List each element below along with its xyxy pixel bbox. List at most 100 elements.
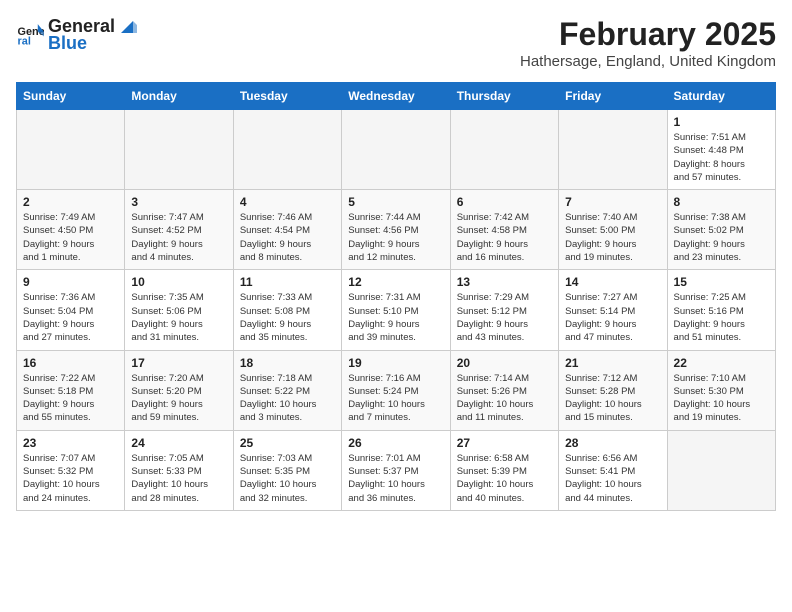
calendar-cell: 15 Sunrise: 7:25 AM Sunset: 5:16 PM Dayli…	[667, 270, 775, 350]
location-subtitle: Hathersage, England, United Kingdom	[520, 53, 776, 70]
day-info: Sunrise: 7:25 AM Sunset: 5:16 PM Dayligh…	[674, 291, 769, 344]
calendar-cell: 14 Sunrise: 7:27 AM Sunset: 5:14 PM Dayli…	[559, 270, 667, 350]
day-info: Sunrise: 7:44 AM Sunset: 4:56 PM Dayligh…	[348, 211, 443, 264]
day-info: Sunrise: 7:42 AM Sunset: 4:58 PM Dayligh…	[457, 211, 552, 264]
day-info: Sunrise: 7:16 AM Sunset: 5:24 PM Dayligh…	[348, 372, 443, 425]
calendar-cell: 20 Sunrise: 7:14 AM Sunset: 5:26 PM Dayli…	[450, 350, 558, 430]
calendar-cell	[667, 430, 775, 510]
calendar-cell: 27 Sunrise: 6:58 AM Sunset: 5:39 PM Dayli…	[450, 430, 558, 510]
calendar-table: SundayMondayTuesdayWednesdayThursdayFrid…	[16, 82, 776, 511]
day-number: 20	[457, 356, 552, 370]
calendar-cell: 23 Sunrise: 7:07 AM Sunset: 5:32 PM Dayli…	[17, 430, 125, 510]
day-info: Sunrise: 7:14 AM Sunset: 5:26 PM Dayligh…	[457, 372, 552, 425]
day-number: 15	[674, 275, 769, 289]
day-number: 5	[348, 195, 443, 209]
calendar-cell: 12Sunrise: 7:31 AM Sunset: 5:10 PM Dayli…	[342, 270, 450, 350]
day-number: 23	[23, 436, 118, 450]
day-number: 13	[457, 275, 552, 289]
calendar-week-row: 1Sunrise: 7:51 AM Sunset: 4:48 PM Daylig…	[17, 110, 776, 190]
day-info: Sunrise: 7:36 AM Sunset: 5:04 PM Dayligh…	[23, 291, 118, 344]
calendar-cell: 26 Sunrise: 7:01 AM Sunset: 5:37 PM Dayli…	[342, 430, 450, 510]
day-info: Sunrise: 7:51 AM Sunset: 4:48 PM Dayligh…	[674, 131, 769, 184]
day-number: 28	[565, 436, 660, 450]
calendar-cell: 10 Sunrise: 7:35 AM Sunset: 5:06 PM Dayli…	[125, 270, 233, 350]
calendar-week-row: 9 Sunrise: 7:36 AM Sunset: 5:04 PM Daylig…	[17, 270, 776, 350]
column-header-thursday: Thursday	[450, 83, 558, 110]
calendar-cell: 22Sunrise: 7:10 AM Sunset: 5:30 PM Dayli…	[667, 350, 775, 430]
day-number: 26	[348, 436, 443, 450]
day-number: 7	[565, 195, 660, 209]
day-number: 25	[240, 436, 335, 450]
day-info: Sunrise: 7:29 AM Sunset: 5:12 PM Dayligh…	[457, 291, 552, 344]
column-header-friday: Friday	[559, 83, 667, 110]
calendar-cell: 25 Sunrise: 7:03 AM Sunset: 5:35 PM Dayli…	[233, 430, 341, 510]
calendar-week-row: 16 Sunrise: 7:22 AM Sunset: 5:18 PM Dayli…	[17, 350, 776, 430]
column-header-wednesday: Wednesday	[342, 83, 450, 110]
day-info: Sunrise: 7:22 AM Sunset: 5:18 PM Dayligh…	[23, 372, 118, 425]
column-header-saturday: Saturday	[667, 83, 775, 110]
logo-icon: Gene ral	[16, 21, 44, 49]
svg-text:ral: ral	[18, 35, 31, 47]
day-info: Sunrise: 7:49 AM Sunset: 4:50 PM Dayligh…	[23, 211, 118, 264]
logo-triangle-icon	[117, 17, 137, 37]
calendar-cell: 24Sunrise: 7:05 AM Sunset: 5:33 PM Dayli…	[125, 430, 233, 510]
calendar-cell	[559, 110, 667, 190]
day-number: 17	[131, 356, 226, 370]
day-info: Sunrise: 7:12 AM Sunset: 5:28 PM Dayligh…	[565, 372, 660, 425]
calendar-cell: 13 Sunrise: 7:29 AM Sunset: 5:12 PM Dayli…	[450, 270, 558, 350]
day-info: Sunrise: 7:38 AM Sunset: 5:02 PM Dayligh…	[674, 211, 769, 264]
calendar-cell: 9 Sunrise: 7:36 AM Sunset: 5:04 PM Daylig…	[17, 270, 125, 350]
day-number: 18	[240, 356, 335, 370]
calendar-cell	[17, 110, 125, 190]
calendar-cell: 8 Sunrise: 7:38 AM Sunset: 5:02 PM Daylig…	[667, 190, 775, 270]
day-info: Sunrise: 7:20 AM Sunset: 5:20 PM Dayligh…	[131, 372, 226, 425]
day-info: Sunrise: 6:58 AM Sunset: 5:39 PM Dayligh…	[457, 452, 552, 505]
calendar-cell: 16 Sunrise: 7:22 AM Sunset: 5:18 PM Dayli…	[17, 350, 125, 430]
day-number: 10	[131, 275, 226, 289]
day-number: 14	[565, 275, 660, 289]
calendar-cell: 1Sunrise: 7:51 AM Sunset: 4:48 PM Daylig…	[667, 110, 775, 190]
calendar-cell	[233, 110, 341, 190]
day-number: 19	[348, 356, 443, 370]
day-info: Sunrise: 7:31 AM Sunset: 5:10 PM Dayligh…	[348, 291, 443, 344]
page-header: Gene ral General Blue February 2025 Hath…	[16, 16, 776, 70]
day-info: Sunrise: 7:35 AM Sunset: 5:06 PM Dayligh…	[131, 291, 226, 344]
calendar-cell: 21 Sunrise: 7:12 AM Sunset: 5:28 PM Dayli…	[559, 350, 667, 430]
day-info: Sunrise: 7:01 AM Sunset: 5:37 PM Dayligh…	[348, 452, 443, 505]
day-number: 3	[131, 195, 226, 209]
title-block: February 2025 Hathersage, England, Unite…	[520, 16, 776, 70]
day-number: 21	[565, 356, 660, 370]
month-title: February 2025	[520, 16, 776, 53]
day-number: 16	[23, 356, 118, 370]
calendar-cell: 17 Sunrise: 7:20 AM Sunset: 5:20 PM Dayli…	[125, 350, 233, 430]
calendar-week-row: 2 Sunrise: 7:49 AM Sunset: 4:50 PM Daylig…	[17, 190, 776, 270]
day-number: 8	[674, 195, 769, 209]
day-number: 4	[240, 195, 335, 209]
calendar-cell: 3Sunrise: 7:47 AM Sunset: 4:52 PM Daylig…	[125, 190, 233, 270]
day-number: 2	[23, 195, 118, 209]
calendar-cell: 7 Sunrise: 7:40 AM Sunset: 5:00 PM Daylig…	[559, 190, 667, 270]
day-number: 9	[23, 275, 118, 289]
day-info: Sunrise: 7:40 AM Sunset: 5:00 PM Dayligh…	[565, 211, 660, 264]
day-info: Sunrise: 7:07 AM Sunset: 5:32 PM Dayligh…	[23, 452, 118, 505]
day-info: Sunrise: 7:03 AM Sunset: 5:35 PM Dayligh…	[240, 452, 335, 505]
day-number: 27	[457, 436, 552, 450]
day-number: 11	[240, 275, 335, 289]
day-info: Sunrise: 7:18 AM Sunset: 5:22 PM Dayligh…	[240, 372, 335, 425]
day-info: Sunrise: 7:05 AM Sunset: 5:33 PM Dayligh…	[131, 452, 226, 505]
day-info: Sunrise: 7:46 AM Sunset: 4:54 PM Dayligh…	[240, 211, 335, 264]
calendar-header-row: SundayMondayTuesdayWednesdayThursdayFrid…	[17, 83, 776, 110]
column-header-tuesday: Tuesday	[233, 83, 341, 110]
calendar-cell: 2 Sunrise: 7:49 AM Sunset: 4:50 PM Daylig…	[17, 190, 125, 270]
day-info: Sunrise: 6:56 AM Sunset: 5:41 PM Dayligh…	[565, 452, 660, 505]
calendar-cell: 11Sunrise: 7:33 AM Sunset: 5:08 PM Dayli…	[233, 270, 341, 350]
calendar-cell	[342, 110, 450, 190]
day-number: 22	[674, 356, 769, 370]
calendar-cell: 4 Sunrise: 7:46 AM Sunset: 4:54 PM Daylig…	[233, 190, 341, 270]
day-number: 6	[457, 195, 552, 209]
logo: Gene ral General Blue	[16, 16, 137, 54]
calendar-week-row: 23 Sunrise: 7:07 AM Sunset: 5:32 PM Dayli…	[17, 430, 776, 510]
day-info: Sunrise: 7:27 AM Sunset: 5:14 PM Dayligh…	[565, 291, 660, 344]
calendar-cell	[125, 110, 233, 190]
calendar-cell: 18 Sunrise: 7:18 AM Sunset: 5:22 PM Dayli…	[233, 350, 341, 430]
